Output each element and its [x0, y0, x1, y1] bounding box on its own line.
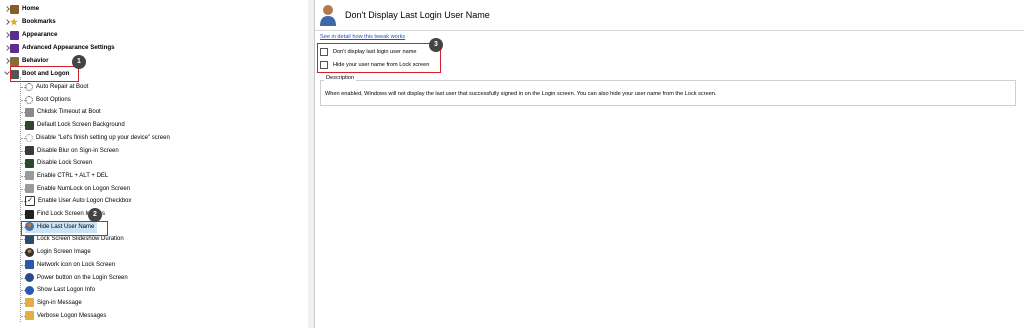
header-divider [315, 30, 1024, 31]
tree-item-label: Home [22, 5, 40, 12]
tree-item-label: Login Screen Image [37, 249, 91, 256]
tree-item-label: Show Last Logon Info [37, 287, 96, 294]
tree-connector-line [20, 77, 21, 322]
tree-item-boot-options[interactable]: Boot Options [25, 94, 71, 106]
tree-item-label: Enable CTRL + ALT + DEL [37, 172, 109, 179]
tree-item-login-screen-image[interactable]: Login Screen Image [25, 246, 91, 258]
description-label: Description [324, 75, 356, 81]
tree-item-label: Default Lock Screen Background [37, 122, 125, 129]
boot-logon-highlight-box [10, 66, 79, 82]
tree-item-power-button-on-the-login-screen[interactable]: Power button on the Login Screen [25, 272, 128, 284]
description-text: When enabled, Windows will not display t… [325, 91, 717, 97]
tree-item-advanced-appearance-settings[interactable]: Advanced Appearance Settings [4, 42, 115, 54]
network-icon [25, 260, 34, 270]
behavior-icon [10, 56, 19, 66]
tree-scrollbar[interactable] [308, 0, 315, 328]
tree-item-enable-ctrl-alt-del[interactable]: Enable CTRL + ALT + DEL [25, 170, 108, 182]
lock-screen-icon [25, 234, 34, 244]
tree-item-enable-user-auto-logon-checkbox[interactable]: ✓ Enable User Auto Logon Checkbox [25, 195, 131, 207]
tweak-details-link[interactable]: See in detail how this tweak works [320, 34, 405, 40]
tree-item-label: Enable User Auto Logon Checkbox [38, 198, 132, 205]
palette-icon [10, 30, 19, 40]
expand-arrow-icon[interactable] [4, 16, 10, 28]
message-icon [25, 298, 34, 308]
tree-item-label: Appearance [22, 31, 58, 38]
tree-item-label: Enable NumLock on Logon Screen [37, 185, 131, 192]
tree-item-verbose-logon-messages[interactable]: Verbose Logon Messages [25, 310, 106, 322]
step-badge-1: 1 [72, 55, 86, 69]
user-circle-icon [25, 247, 34, 257]
tree-item-label: Auto Repair at Boot [36, 84, 89, 90]
tree-item-label: Disable Blur on Sign-in Screen [37, 147, 119, 154]
tree-item-default-lock-screen-background[interactable]: Default Lock Screen Background [25, 119, 125, 131]
user-icon [320, 5, 336, 26]
expand-arrow-icon[interactable] [4, 3, 10, 15]
drive-icon [25, 107, 34, 117]
tree-item-show-last-logon-info[interactable]: Show Last Logon Info [25, 284, 95, 296]
tree-item-disable-lock-screen[interactable]: Disable Lock Screen [25, 157, 92, 169]
home-icon [10, 4, 19, 14]
step-badge-2: 2 [88, 208, 102, 222]
tree-item-label: Boot Options [36, 96, 71, 103]
tree-item-chkdsk-timeout-at-boot[interactable]: Chkdsk Timeout at Boot [25, 106, 101, 118]
keyboard-icon [25, 184, 34, 194]
dots-icon [25, 83, 33, 91]
expand-arrow-icon[interactable] [4, 42, 10, 54]
navigation-tree: Home ★ Bookmarks Appearance Advanced Appeara… [0, 0, 309, 328]
message-icon [25, 311, 34, 321]
info-icon [25, 285, 34, 295]
lock-screen-icon [25, 120, 34, 130]
tree-item-sign-in-message[interactable]: Sign-in Message [25, 297, 82, 309]
dots-icon [25, 133, 33, 142]
panel-title: Don't Display Last Login User Name [345, 10, 490, 20]
tree-item-appearance[interactable]: Appearance [4, 29, 57, 41]
tree-item-label: Sign-in Message [37, 299, 82, 306]
star-icon: ★ [10, 16, 19, 27]
expand-arrow-icon[interactable] [4, 29, 10, 41]
tree-item-disable-blur-on-sign-in-screen[interactable]: Disable Blur on Sign-in Screen [25, 145, 119, 157]
tree-item-label: Chkdsk Timeout at Boot [37, 109, 101, 116]
tree-item-enable-numlock-on-logon-screen[interactable]: Enable NumLock on Logon Screen [25, 183, 130, 195]
checkbox-icon: ✓ [25, 196, 35, 207]
tree-item-disable-let-s-finish-setting-up-your-device-screen[interactable]: Disable "Let's finish setting up your de… [25, 132, 170, 144]
image-icon [25, 146, 34, 155]
description-group: Description When enabled, Windows will n… [320, 75, 1016, 106]
lock-screen-icon [25, 158, 34, 168]
tree-item-bookmarks[interactable]: ★ Bookmarks [4, 16, 56, 28]
tree-item-auto-repair-at-boot[interactable]: Auto Repair at Boot [25, 81, 88, 93]
palette-icon [10, 43, 19, 53]
power-icon [25, 273, 34, 282]
tree-item-label: Disable Lock Screen [37, 160, 93, 167]
hide-last-user-name-highlight-box [21, 221, 108, 236]
tree-item-label: Advanced Appearance Settings [22, 44, 115, 51]
tweak-panel: Don't Display Last Login User Name See i… [315, 0, 1024, 328]
step-badge-3: 3 [429, 38, 443, 52]
tree-item-network-icon-on-lock-screen[interactable]: Network icon on Lock Screen [25, 259, 115, 271]
dots-icon [25, 95, 33, 104]
tree-item-label: Bookmarks [22, 18, 56, 25]
options-highlight-box [317, 43, 441, 73]
tree-item-label: Verbose Logon Messages [37, 312, 107, 319]
tree-item-home[interactable]: Home [4, 3, 39, 15]
tree-item-label: Network icon on Lock Screen [37, 261, 116, 268]
keyboard-icon [25, 171, 34, 181]
tree-item-label: Power button on the Login Screen [37, 274, 128, 281]
image-icon [25, 209, 34, 219]
tree-item-label: Disable "Let's finish setting up your de… [36, 134, 170, 141]
